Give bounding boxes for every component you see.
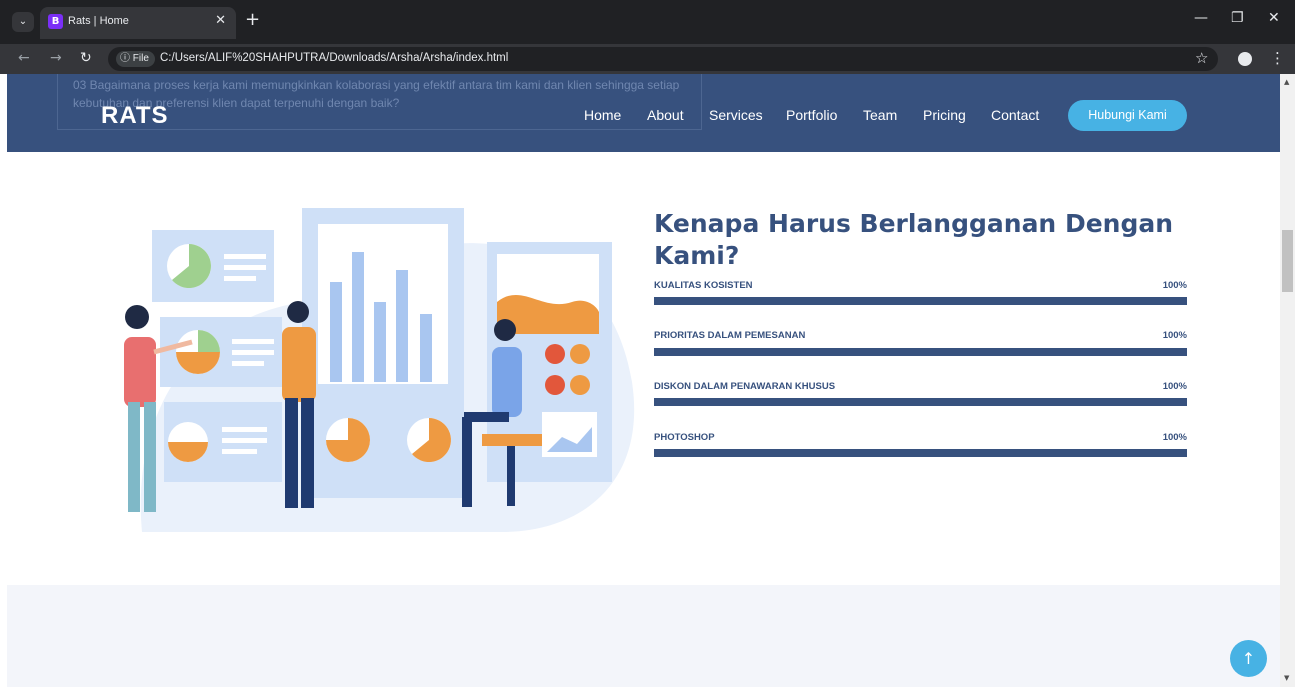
page-scrollbar[interactable]: ▲ ▼ (1280, 74, 1295, 687)
browser-tab[interactable]: B Rats | Home ✕ (40, 7, 236, 39)
bookmark-star-icon[interactable]: ☆ (1195, 49, 1208, 67)
more-menu-icon[interactable]: ⋮ (1270, 49, 1285, 67)
page-viewport: 03 Bagaimana proses kerja kami memungkin… (7, 74, 1280, 687)
nav-pricing[interactable]: Pricing (923, 107, 966, 123)
site-info-button[interactable]: ⓘ File (116, 51, 155, 67)
scroll-up-icon[interactable]: ▲ (1284, 78, 1289, 86)
skill-progress-fill (654, 348, 1187, 356)
skill-name: PRIORITAS DALAM PEMESANAN (654, 330, 806, 341)
forward-icon[interactable]: → (50, 50, 62, 66)
profile-icon[interactable] (1238, 52, 1252, 66)
browser-tabbar: ⌄ B Rats | Home ✕ + — ❐ ✕ (0, 0, 1295, 44)
skill-progress-bar (654, 449, 1187, 457)
skills-title: Kenapa Harus Berlangganan Dengan Kami? (654, 209, 1174, 270)
skill-name: DISKON DALAM PENAWARAN KHUSUS (654, 381, 836, 392)
site-info-label: File (132, 53, 149, 64)
nav-contact[interactable]: Contact (991, 107, 1039, 123)
site-header: 03 Bagaimana proses kerja kami memungkin… (7, 74, 1280, 152)
close-window-icon[interactable]: ✕ (1268, 10, 1280, 26)
skill-value: 100% (1162, 280, 1187, 291)
skill-progress-fill (654, 297, 1187, 305)
back-icon[interactable]: ← (18, 50, 30, 66)
minimize-icon[interactable]: — (1194, 10, 1208, 26)
tab-title: Rats | Home (68, 15, 129, 27)
nav-team[interactable]: Team (863, 107, 897, 123)
nav-services[interactable]: Services (709, 107, 763, 123)
nav-about[interactable]: About (647, 107, 684, 123)
address-bar[interactable]: ⓘ File C:/Users/ALIF%20SHAHPUTRA/Downloa… (108, 47, 1218, 71)
skill-progress-bar (654, 348, 1187, 356)
skill-name: KUALITAS KOSISTEN (654, 280, 753, 291)
logo[interactable]: RATS (101, 102, 169, 130)
tab-search-icon[interactable]: ⌄ (12, 12, 34, 32)
url-text[interactable]: C:/Users/ALIF%20SHAHPUTRA/Downloads/Arsh… (160, 52, 508, 64)
tab-close-icon[interactable]: ✕ (215, 13, 226, 28)
back-to-top-button[interactable]: ↑ (1230, 640, 1267, 677)
nav-home[interactable]: Home (584, 107, 621, 123)
analytics-team-illustration (124, 208, 635, 532)
skill-value: 100% (1162, 381, 1187, 392)
skill-progress-bar (654, 297, 1187, 305)
browser-toolbar: ← → ↻ ⓘ File C:/Users/ALIF%20SHAHPUTRA/D… (0, 44, 1295, 74)
nav-portfolio[interactable]: Portfolio (786, 107, 837, 123)
skill-name: PHOTOSHOP (654, 432, 715, 443)
skill-progress-bar (654, 398, 1187, 406)
skill-progress-fill (654, 449, 1187, 457)
skill-value: 100% (1162, 432, 1187, 443)
scroll-thumb[interactable] (1282, 230, 1293, 292)
hubungi-kami-button[interactable]: Hubungi Kami (1068, 100, 1187, 131)
skill-progress-fill (654, 398, 1187, 406)
next-section (7, 585, 1280, 687)
reload-icon[interactable]: ↻ (80, 50, 92, 66)
new-tab-icon[interactable]: + (245, 10, 260, 30)
scroll-down-icon[interactable]: ▼ (1284, 674, 1289, 682)
restore-icon[interactable]: ❐ (1231, 10, 1244, 26)
skill-value: 100% (1162, 330, 1187, 341)
favicon-icon: B (48, 14, 63, 29)
arrow-up-icon: ↑ (1241, 649, 1256, 668)
